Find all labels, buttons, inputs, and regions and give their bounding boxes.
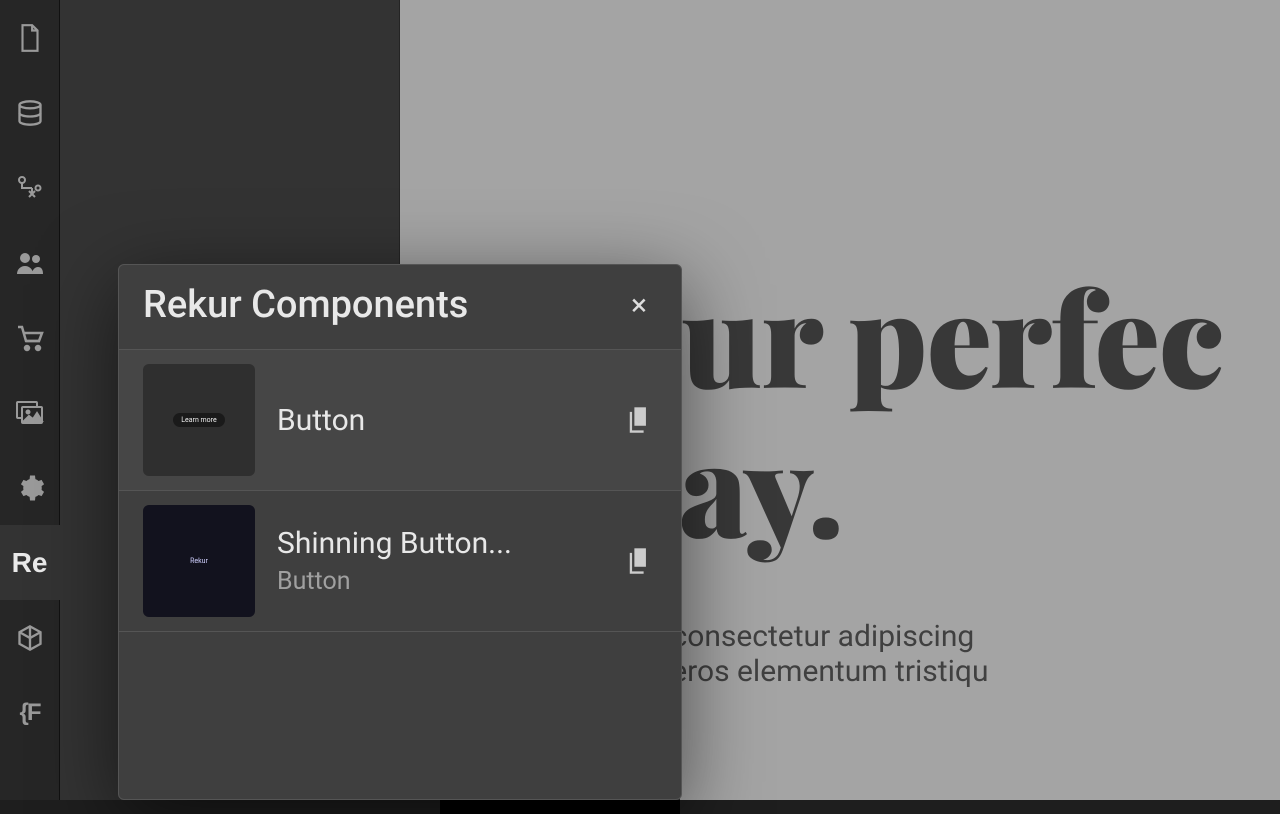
page-icon xyxy=(17,23,43,53)
sidebar-item-rekur[interactable]: Re xyxy=(0,525,60,600)
sitemap-icon xyxy=(15,174,45,202)
sidebar-item-components[interactable] xyxy=(0,600,60,675)
sidebar-item-assets[interactable] xyxy=(0,375,60,450)
popover-header: Rekur Components × xyxy=(119,265,681,350)
component-row-button[interactable]: Learn more Button xyxy=(119,350,681,491)
component-labels: Shinning Button... Button xyxy=(277,526,599,596)
sidebar-item-logic[interactable] xyxy=(0,150,60,225)
component-copy-button[interactable] xyxy=(621,543,657,579)
gear-icon xyxy=(15,473,45,503)
component-name: Shinning Button... xyxy=(277,526,599,561)
thumbnail-preview: Learn more xyxy=(173,413,224,427)
sidebar-item-pages[interactable] xyxy=(0,0,60,75)
image-icon xyxy=(15,400,45,426)
sidebar-item-ecommerce[interactable] xyxy=(0,300,60,375)
cube-icon xyxy=(16,624,44,652)
component-name: Button xyxy=(277,403,599,438)
rekur-components-popover: Rekur Components × Learn more Button Rek… xyxy=(118,264,682,800)
component-subtitle: Button xyxy=(277,567,599,596)
component-labels: Button xyxy=(277,403,599,438)
copy-icon xyxy=(626,546,652,576)
component-copy-button[interactable] xyxy=(621,402,657,438)
popover-close-button[interactable]: × xyxy=(621,287,657,323)
app-sidebar: Re {F xyxy=(0,0,60,800)
users-icon xyxy=(15,250,45,276)
sidebar-item-fonts[interactable]: {F xyxy=(0,675,60,750)
sidebar-item-cms[interactable] xyxy=(0,75,60,150)
copy-icon xyxy=(626,405,652,435)
popover-title: Rekur Components xyxy=(143,283,468,327)
component-thumbnail: Learn more xyxy=(143,364,255,476)
component-row-shining-button[interactable]: Rekur Shinning Button... Button xyxy=(119,491,681,632)
close-icon: × xyxy=(631,288,647,323)
component-thumbnail: Rekur xyxy=(143,505,255,617)
thumbnail-preview: Rekur xyxy=(190,556,208,567)
cart-icon xyxy=(15,324,45,352)
rekur-icon: Re xyxy=(12,547,48,579)
database-icon xyxy=(16,99,44,127)
font-icon: {F xyxy=(20,699,40,727)
sidebar-item-settings[interactable] xyxy=(0,450,60,525)
sidebar-item-users[interactable] xyxy=(0,225,60,300)
